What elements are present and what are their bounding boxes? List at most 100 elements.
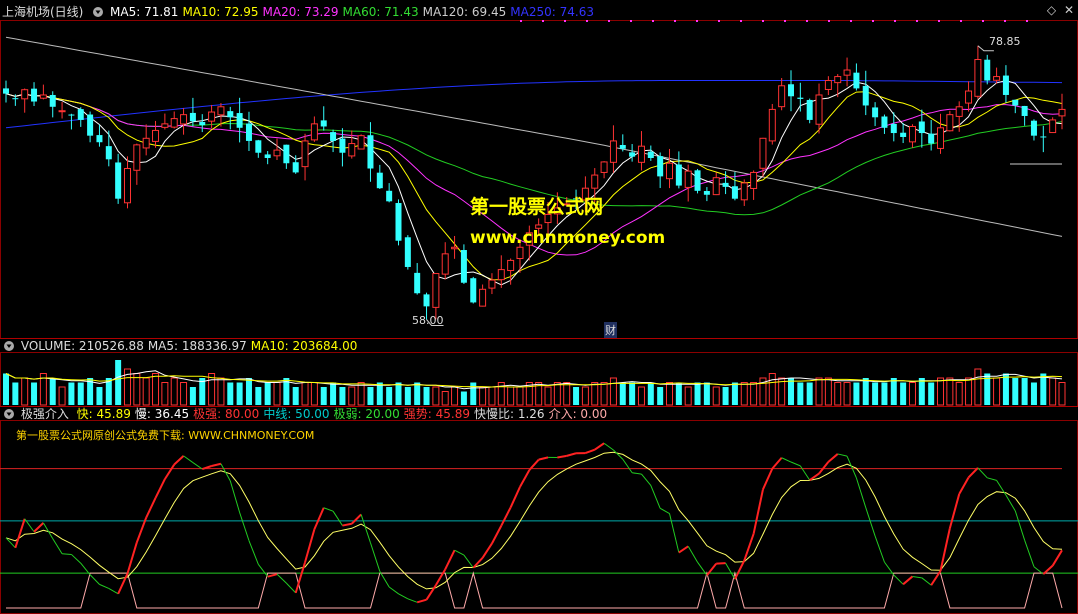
indicator-readout-1: 慢: 36.45 — [134, 407, 190, 421]
candle-body — [58, 110, 66, 113]
fast-line-segment — [52, 538, 63, 555]
volume-bar — [544, 386, 552, 406]
candle-body — [357, 135, 365, 150]
candle-body — [1040, 136, 1047, 138]
candle-body — [1049, 119, 1057, 134]
indicator-readout-5: 强势: 45.89 — [403, 407, 470, 421]
volume-bar — [806, 382, 813, 405]
fast-line-segment — [491, 525, 503, 544]
candle-body — [908, 125, 916, 143]
signal-dot — [982, 20, 984, 22]
candle-body — [115, 162, 122, 199]
volume-bar — [1030, 382, 1037, 405]
volume-bar — [357, 382, 365, 406]
candle-body — [657, 156, 664, 177]
volume-bar — [414, 382, 421, 405]
candle-body — [591, 174, 599, 189]
collapse-triangle-icon[interactable] — [93, 7, 104, 17]
fast-line-segment — [967, 467, 979, 479]
volume-bar — [629, 382, 636, 405]
volume-bar — [619, 382, 626, 405]
volume-bar — [731, 382, 738, 405]
candle-body — [787, 84, 794, 97]
indicator-readout-0: 快: 45.89 — [76, 407, 131, 421]
candle-body — [451, 246, 459, 250]
candle-body — [1002, 75, 1009, 95]
fast-line-segment — [650, 485, 661, 509]
candle-body — [955, 106, 963, 117]
fast-line-segment — [164, 463, 176, 480]
fast-line-segment — [557, 454, 567, 459]
fast-line-segment — [342, 522, 352, 527]
signal-dot — [784, 20, 786, 22]
signal-dot — [718, 20, 720, 22]
volume-bar — [1040, 373, 1047, 405]
candle-body — [666, 162, 674, 180]
volume-bar — [573, 387, 580, 405]
fast-line-segment — [220, 463, 231, 482]
volume-bar — [236, 382, 243, 405]
fast-line-segment — [958, 476, 970, 495]
diamond-icon[interactable]: ◇ — [1047, 3, 1056, 17]
signal-dot — [696, 20, 698, 22]
collapse-triangle-icon[interactable] — [4, 409, 14, 419]
indicator-readout-6: 快慢比: 1.26 — [473, 407, 545, 421]
indicator-readout-4: 极弱: 20.00 — [333, 407, 400, 421]
candle-body — [629, 152, 636, 157]
candle-body — [227, 111, 234, 118]
fast-line-segment — [603, 442, 614, 451]
volume-bar — [320, 387, 327, 405]
fast-line-segment — [632, 472, 642, 475]
fast-line-segment — [108, 588, 119, 595]
fast-line-segment — [99, 583, 109, 589]
candle-body — [470, 278, 477, 303]
volume-bar — [675, 382, 682, 405]
candle-body — [21, 89, 29, 100]
fast-line-segment — [416, 598, 427, 604]
signal-dot — [938, 20, 940, 22]
fast-line-segment — [62, 553, 72, 555]
signal-dot — [586, 20, 588, 22]
fast-line-segment — [641, 473, 652, 486]
candle-body — [301, 140, 309, 168]
close-icon[interactable]: ✕ — [1064, 3, 1074, 17]
fast-line-segment — [687, 546, 698, 563]
candle-body — [180, 114, 188, 125]
candle-body — [31, 88, 38, 102]
volume-bar — [152, 373, 160, 406]
volume-bar — [68, 382, 75, 405]
volume-bar — [386, 387, 393, 405]
candle-body — [161, 123, 169, 128]
volume-bar — [142, 377, 150, 406]
candle-body — [395, 203, 402, 241]
fast-line-segment — [183, 455, 194, 463]
ma-readout-0: MA5: 71.81 — [110, 5, 179, 19]
collapse-triangle-icon[interactable] — [4, 341, 14, 351]
candle-body — [105, 146, 112, 160]
ma-readout-2: MA20: 73.29 — [262, 5, 339, 19]
candle-body — [890, 123, 897, 134]
volume-bar — [647, 382, 654, 405]
volume-bar — [937, 377, 945, 406]
fast-line-segment — [332, 510, 343, 526]
candle-body — [722, 182, 729, 187]
finance-marker[interactable]: 财 — [604, 322, 617, 338]
candle-body — [432, 273, 440, 308]
candle-body — [862, 85, 869, 106]
signal-dot — [872, 20, 874, 22]
candle-body — [320, 120, 327, 127]
candle-body — [1030, 120, 1037, 136]
candle-body — [441, 253, 449, 275]
signal-dot — [762, 20, 764, 22]
candle-body — [843, 69, 851, 76]
fast-line-segment — [659, 507, 670, 514]
volume-bar — [432, 386, 440, 406]
volume-bar — [712, 386, 720, 406]
candle-body — [386, 190, 393, 202]
volume-bar — [918, 378, 925, 405]
fast-line-segment — [154, 478, 166, 499]
volume-bar — [441, 391, 449, 406]
fast-line-segment — [874, 535, 885, 563]
signal-dot — [828, 20, 830, 22]
volume-readout-1: MA5: 188336.97 — [147, 339, 247, 353]
